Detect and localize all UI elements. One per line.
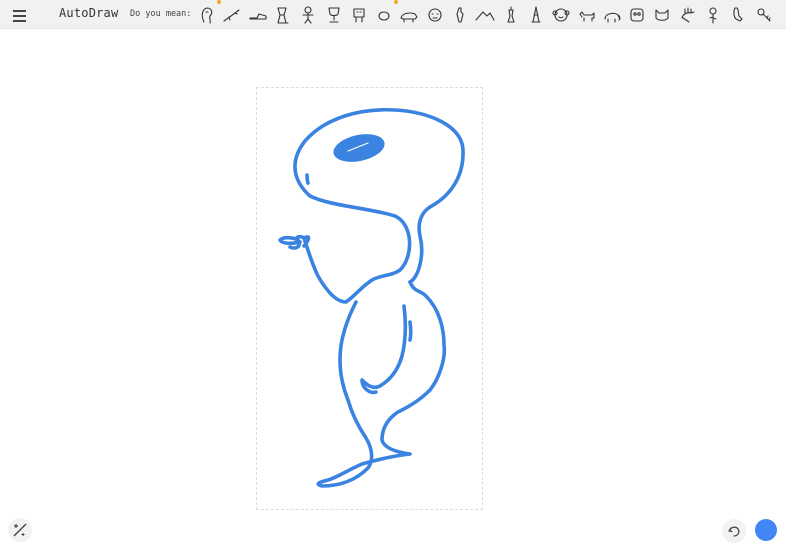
drawing-arm-detail-stroke xyxy=(408,320,413,342)
drawing-arm-stroke xyxy=(360,304,408,395)
drawing-mouth-stroke xyxy=(305,173,310,185)
autodraw-tool-glyph xyxy=(13,523,27,537)
autodraw-tool-icon[interactable] xyxy=(8,518,32,542)
undo-icon[interactable] xyxy=(722,519,746,543)
color-picker-icon[interactable] xyxy=(755,519,777,541)
undo-glyph xyxy=(728,526,740,537)
drawing-eye-shape xyxy=(333,134,385,162)
user-drawing xyxy=(278,107,465,488)
drawing-head-stroke xyxy=(293,107,465,284)
drawing-neck-stroke xyxy=(302,194,412,304)
